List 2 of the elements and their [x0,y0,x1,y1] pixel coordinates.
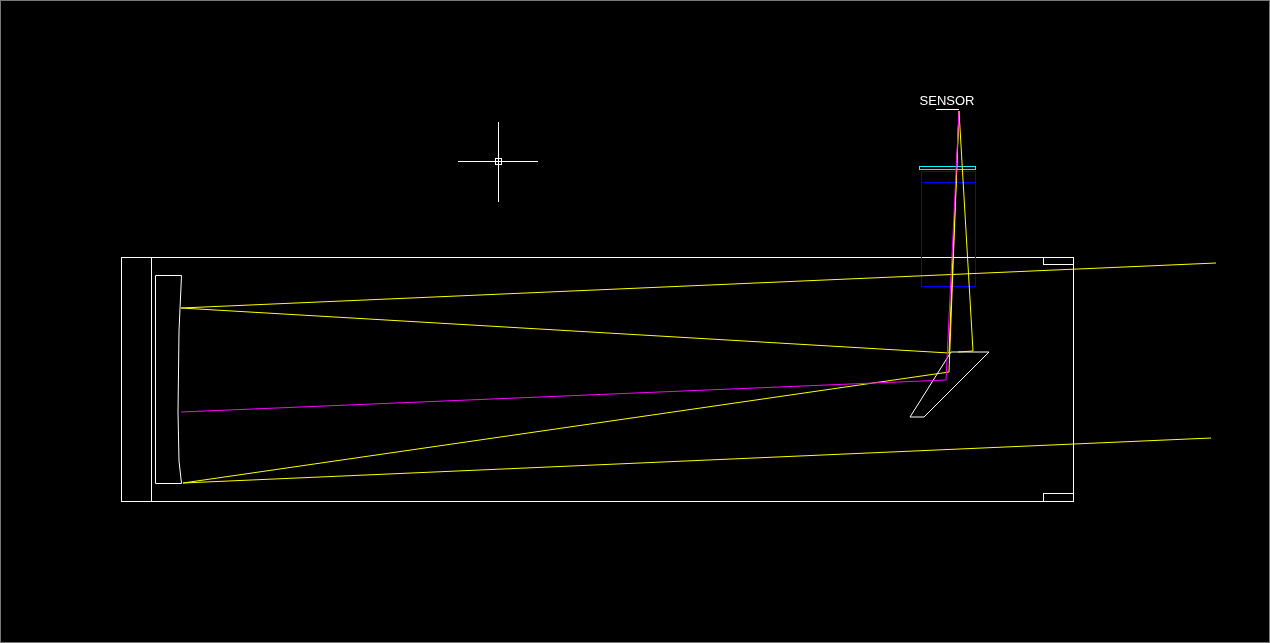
crosshair-cursor-icon [457,121,539,203]
sensor-label: SENSOR [919,93,975,108]
